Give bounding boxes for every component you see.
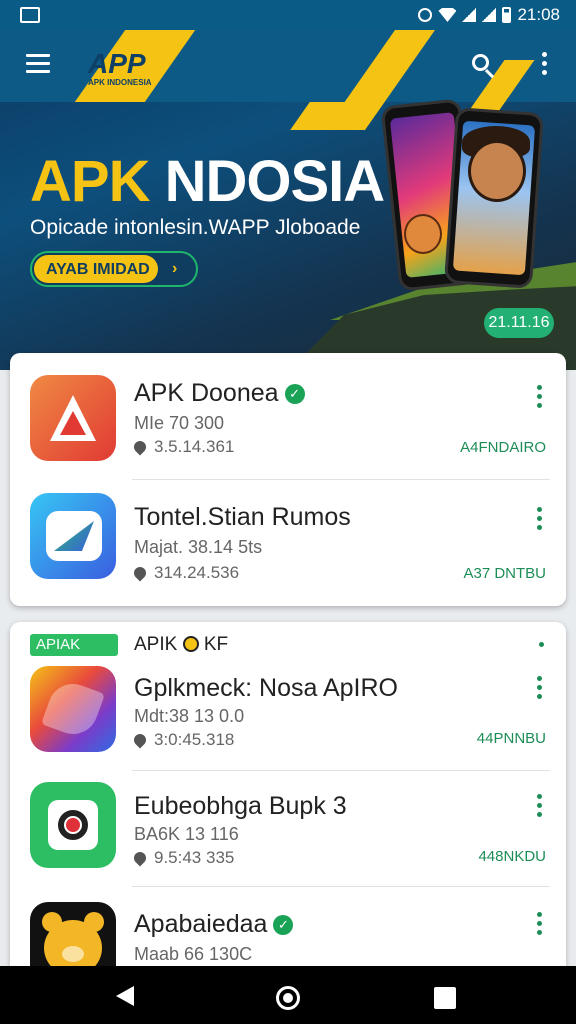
signal-icon-2 (482, 8, 497, 22)
app-name: Apabaiedaa ✓ (134, 910, 294, 939)
app-icon (30, 375, 116, 461)
system-navigation-bar (0, 966, 576, 1024)
app-icon (30, 493, 116, 579)
item-menu-icon[interactable] (532, 507, 546, 533)
recents-icon[interactable] (434, 987, 456, 1009)
verified-icon: ✓ (284, 384, 305, 404)
status-bar: 21:08 (0, 0, 576, 30)
verified-icon: ✓ (273, 915, 294, 935)
app-meta: Mdt:38 13 0.0 (134, 706, 245, 726)
app-tag: A4FNDAIRO (460, 439, 546, 456)
section-indicator (539, 642, 544, 647)
app-name: Gplkmeck: Nosa ApIRO (134, 674, 398, 702)
app-list-card: APK Doonea ✓ MIe 70 300 3.5.14.361 A4FNDA… (10, 353, 566, 606)
search-icon[interactable] (470, 52, 498, 80)
app-version: 9.5:43 335 (131, 848, 234, 868)
location-icon (131, 564, 149, 582)
item-menu-icon[interactable] (532, 794, 546, 820)
app-version: 3.5.14.361 (131, 437, 234, 457)
wifi-icon (438, 8, 457, 22)
home-icon[interactable] (276, 986, 300, 1010)
menu-icon[interactable] (26, 54, 50, 74)
logo-subtext: APK INDONESIA (88, 78, 152, 87)
app-icon (30, 782, 116, 868)
hero-title-highlight: APK (30, 149, 150, 214)
divider (132, 886, 550, 887)
item-menu-icon[interactable] (532, 385, 546, 411)
app-meta: BA6K 13 116 (134, 824, 239, 844)
logo-text: APP (88, 48, 146, 79)
app-tag: 448NKDU (478, 848, 546, 865)
location-icon (131, 438, 149, 456)
small-character-illustration (404, 214, 442, 254)
app-version: 3:0:45.318 (131, 730, 234, 750)
signal-icon (462, 8, 477, 22)
hero-banner: APP APK INDONESIA APK NDOSIA Opicade int… (0, 30, 576, 370)
location-icon (131, 731, 149, 749)
app-list-card: APIAK APIK KF Gplkmeck: Nosa ApIRO Mdt:3… (10, 622, 566, 988)
hero-subtitle: Opicade intonlesin.WAPP Jloboade (30, 216, 361, 239)
item-menu-icon[interactable] (532, 912, 546, 938)
app-name: APK Doonea ✓ (134, 379, 305, 408)
app-tag: 44PNNBU (476, 730, 546, 747)
gallery-notification-icon (20, 7, 40, 23)
hero-cta-label: AYAB IMIDAD (46, 261, 150, 278)
app-icon (30, 666, 116, 752)
status-icons: 21:08 (418, 5, 560, 25)
battery-icon (502, 7, 512, 23)
list-item[interactable]: APK Doonea ✓ MIe 70 300 3.5.14.361 A4FNDA… (10, 353, 566, 473)
app-meta: Majat. 38.14 5ts (134, 537, 263, 557)
chevron-right-icon: › (172, 260, 178, 277)
list-item[interactable]: Eubeobhga Bupk 3 BA6K 13 116 9.5:43 335 … (10, 774, 566, 894)
character-illustration (468, 140, 526, 202)
divider (132, 770, 550, 771)
app-logo[interactable]: APP APK INDONESIA (78, 46, 158, 90)
screen: 21:08 APP APK INDONESIA APK NDOSIA Opica… (0, 0, 576, 1024)
section-label: APIK KF (134, 634, 229, 655)
item-menu-icon[interactable] (532, 676, 546, 702)
app-name: Tontel.Stian Rumos (134, 503, 351, 531)
location-icon (131, 849, 149, 867)
back-icon[interactable] (116, 986, 134, 1006)
hero-title-rest: NDOSIA (149, 149, 386, 214)
app-version: 314.24.536 (131, 563, 239, 583)
app-meta: MIe 70 300 (134, 413, 225, 433)
hero-badge: 21.11.16 (484, 308, 554, 338)
hero-title: APK NDOSIA (30, 148, 386, 215)
app-name: Eubeobhga Bupk 3 (134, 792, 347, 820)
overflow-menu-icon[interactable] (538, 52, 550, 80)
section-badge: APIAK (30, 634, 118, 656)
list-item[interactable]: Tontel.Stian Rumos Majat. 38.14 5ts 314.… (10, 481, 566, 601)
coin-icon (182, 636, 199, 652)
alarm-icon (418, 8, 433, 22)
divider (132, 479, 550, 480)
list-item[interactable]: Gplkmeck: Nosa ApIRO Mdt:38 13 0.0 3:0:4… (10, 662, 566, 782)
hero-cta-button[interactable]: AYAB IMIDAD › (30, 251, 198, 287)
app-tag: A37 DNTBU (463, 565, 546, 582)
status-time: 21:08 (517, 5, 560, 24)
app-meta: Maab 66 130C (134, 944, 253, 964)
